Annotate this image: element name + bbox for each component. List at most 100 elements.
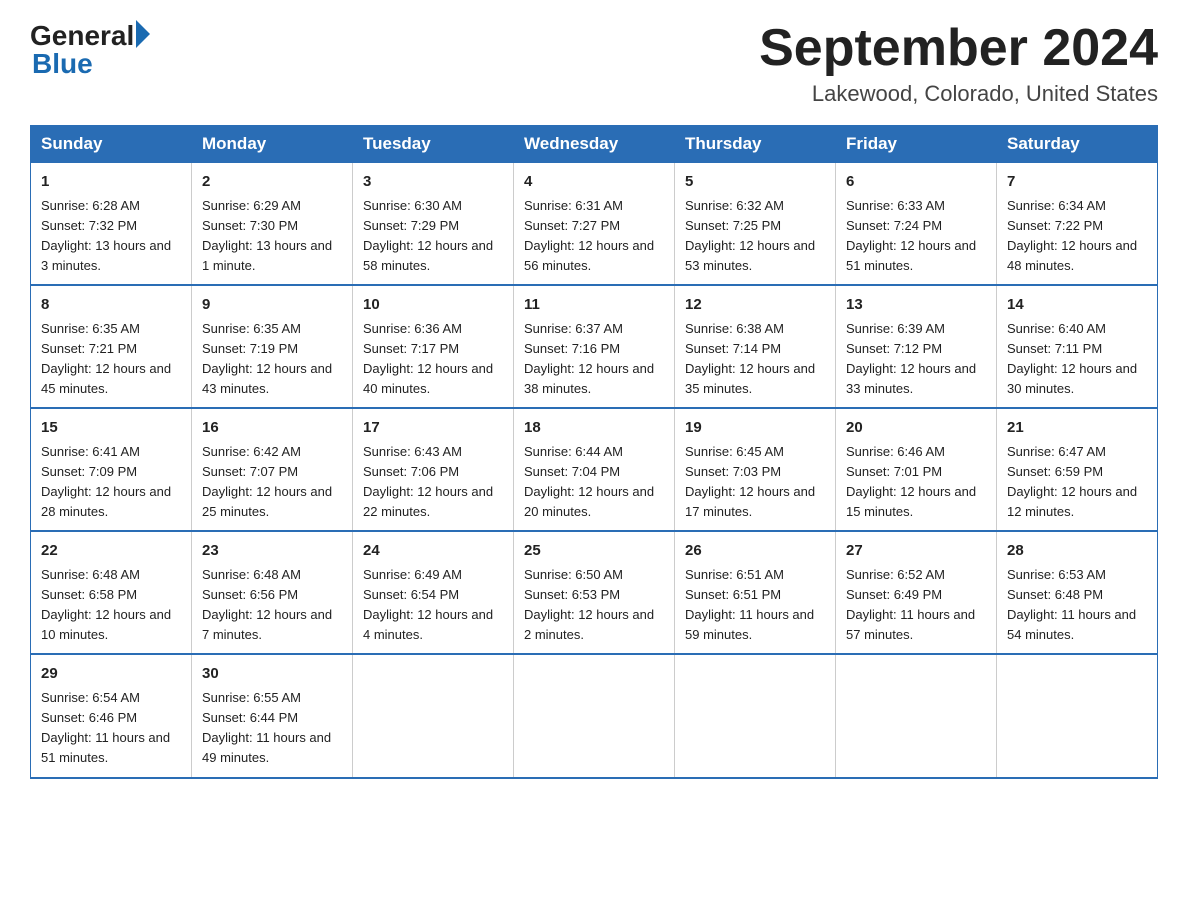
day-info: Sunrise: 6:48 AM Sunset: 6:56 PM Dayligh… bbox=[202, 565, 342, 646]
day-number: 8 bbox=[41, 294, 181, 317]
day-info: Sunrise: 6:49 AM Sunset: 6:54 PM Dayligh… bbox=[363, 565, 503, 646]
day-number: 20 bbox=[846, 417, 986, 440]
day-number: 7 bbox=[1007, 171, 1147, 194]
calendar-table: SundayMondayTuesdayWednesdayThursdayFrid… bbox=[30, 125, 1158, 778]
day-info: Sunrise: 6:45 AM Sunset: 7:03 PM Dayligh… bbox=[685, 442, 825, 523]
day-number: 16 bbox=[202, 417, 342, 440]
calendar-week-3: 15 Sunrise: 6:41 AM Sunset: 7:09 PM Dayl… bbox=[31, 408, 1158, 531]
day-info: Sunrise: 6:33 AM Sunset: 7:24 PM Dayligh… bbox=[846, 196, 986, 277]
calendar-day-14: 14 Sunrise: 6:40 AM Sunset: 7:11 PM Dayl… bbox=[997, 285, 1158, 408]
day-info: Sunrise: 6:47 AM Sunset: 6:59 PM Dayligh… bbox=[1007, 442, 1147, 523]
day-number: 19 bbox=[685, 417, 825, 440]
calendar-day-8: 8 Sunrise: 6:35 AM Sunset: 7:21 PM Dayli… bbox=[31, 285, 192, 408]
calendar-day-7: 7 Sunrise: 6:34 AM Sunset: 7:22 PM Dayli… bbox=[997, 163, 1158, 286]
day-info: Sunrise: 6:46 AM Sunset: 7:01 PM Dayligh… bbox=[846, 442, 986, 523]
day-info: Sunrise: 6:35 AM Sunset: 7:19 PM Dayligh… bbox=[202, 319, 342, 400]
day-number: 14 bbox=[1007, 294, 1147, 317]
day-number: 15 bbox=[41, 417, 181, 440]
day-number: 27 bbox=[846, 540, 986, 563]
day-number: 3 bbox=[363, 171, 503, 194]
calendar-day-17: 17 Sunrise: 6:43 AM Sunset: 7:06 PM Dayl… bbox=[353, 408, 514, 531]
title-section: September 2024 Lakewood, Colorado, Unite… bbox=[759, 20, 1158, 107]
day-info: Sunrise: 6:31 AM Sunset: 7:27 PM Dayligh… bbox=[524, 196, 664, 277]
calendar-day-29: 29 Sunrise: 6:54 AM Sunset: 6:46 PM Dayl… bbox=[31, 654, 192, 777]
calendar-day-13: 13 Sunrise: 6:39 AM Sunset: 7:12 PM Dayl… bbox=[836, 285, 997, 408]
calendar-week-2: 8 Sunrise: 6:35 AM Sunset: 7:21 PM Dayli… bbox=[31, 285, 1158, 408]
calendar-day-10: 10 Sunrise: 6:36 AM Sunset: 7:17 PM Dayl… bbox=[353, 285, 514, 408]
calendar-day-21: 21 Sunrise: 6:47 AM Sunset: 6:59 PM Dayl… bbox=[997, 408, 1158, 531]
day-number: 25 bbox=[524, 540, 664, 563]
calendar-day-26: 26 Sunrise: 6:51 AM Sunset: 6:51 PM Dayl… bbox=[675, 531, 836, 654]
day-info: Sunrise: 6:38 AM Sunset: 7:14 PM Dayligh… bbox=[685, 319, 825, 400]
header-friday: Friday bbox=[836, 126, 997, 163]
day-number: 18 bbox=[524, 417, 664, 440]
calendar-empty-cell bbox=[353, 654, 514, 777]
header-saturday: Saturday bbox=[997, 126, 1158, 163]
logo: General Blue bbox=[30, 20, 150, 80]
header-thursday: Thursday bbox=[675, 126, 836, 163]
day-number: 12 bbox=[685, 294, 825, 317]
day-info: Sunrise: 6:40 AM Sunset: 7:11 PM Dayligh… bbox=[1007, 319, 1147, 400]
calendar-day-23: 23 Sunrise: 6:48 AM Sunset: 6:56 PM Dayl… bbox=[192, 531, 353, 654]
calendar-day-28: 28 Sunrise: 6:53 AM Sunset: 6:48 PM Dayl… bbox=[997, 531, 1158, 654]
calendar-empty-cell bbox=[514, 654, 675, 777]
calendar-day-11: 11 Sunrise: 6:37 AM Sunset: 7:16 PM Dayl… bbox=[514, 285, 675, 408]
day-info: Sunrise: 6:30 AM Sunset: 7:29 PM Dayligh… bbox=[363, 196, 503, 277]
day-number: 17 bbox=[363, 417, 503, 440]
calendar-day-25: 25 Sunrise: 6:50 AM Sunset: 6:53 PM Dayl… bbox=[514, 531, 675, 654]
day-info: Sunrise: 6:44 AM Sunset: 7:04 PM Dayligh… bbox=[524, 442, 664, 523]
day-info: Sunrise: 6:54 AM Sunset: 6:46 PM Dayligh… bbox=[41, 688, 181, 769]
day-info: Sunrise: 6:28 AM Sunset: 7:32 PM Dayligh… bbox=[41, 196, 181, 277]
day-number: 2 bbox=[202, 171, 342, 194]
header-monday: Monday bbox=[192, 126, 353, 163]
calendar-day-1: 1 Sunrise: 6:28 AM Sunset: 7:32 PM Dayli… bbox=[31, 163, 192, 286]
day-number: 23 bbox=[202, 540, 342, 563]
day-number: 5 bbox=[685, 171, 825, 194]
day-number: 28 bbox=[1007, 540, 1147, 563]
logo-blue-text: Blue bbox=[32, 48, 93, 80]
day-info: Sunrise: 6:53 AM Sunset: 6:48 PM Dayligh… bbox=[1007, 565, 1147, 646]
day-info: Sunrise: 6:34 AM Sunset: 7:22 PM Dayligh… bbox=[1007, 196, 1147, 277]
calendar-week-4: 22 Sunrise: 6:48 AM Sunset: 6:58 PM Dayl… bbox=[31, 531, 1158, 654]
day-number: 24 bbox=[363, 540, 503, 563]
day-info: Sunrise: 6:35 AM Sunset: 7:21 PM Dayligh… bbox=[41, 319, 181, 400]
calendar-week-1: 1 Sunrise: 6:28 AM Sunset: 7:32 PM Dayli… bbox=[31, 163, 1158, 286]
calendar-week-5: 29 Sunrise: 6:54 AM Sunset: 6:46 PM Dayl… bbox=[31, 654, 1158, 777]
day-info: Sunrise: 6:55 AM Sunset: 6:44 PM Dayligh… bbox=[202, 688, 342, 769]
calendar-day-12: 12 Sunrise: 6:38 AM Sunset: 7:14 PM Dayl… bbox=[675, 285, 836, 408]
day-info: Sunrise: 6:42 AM Sunset: 7:07 PM Dayligh… bbox=[202, 442, 342, 523]
logo-arrow-icon bbox=[136, 20, 150, 48]
day-info: Sunrise: 6:37 AM Sunset: 7:16 PM Dayligh… bbox=[524, 319, 664, 400]
day-number: 13 bbox=[846, 294, 986, 317]
day-number: 30 bbox=[202, 663, 342, 686]
calendar-empty-cell bbox=[997, 654, 1158, 777]
header-sunday: Sunday bbox=[31, 126, 192, 163]
calendar-day-5: 5 Sunrise: 6:32 AM Sunset: 7:25 PM Dayli… bbox=[675, 163, 836, 286]
calendar-day-4: 4 Sunrise: 6:31 AM Sunset: 7:27 PM Dayli… bbox=[514, 163, 675, 286]
day-info: Sunrise: 6:32 AM Sunset: 7:25 PM Dayligh… bbox=[685, 196, 825, 277]
calendar-day-30: 30 Sunrise: 6:55 AM Sunset: 6:44 PM Dayl… bbox=[192, 654, 353, 777]
calendar-empty-cell bbox=[836, 654, 997, 777]
day-number: 9 bbox=[202, 294, 342, 317]
calendar-day-9: 9 Sunrise: 6:35 AM Sunset: 7:19 PM Dayli… bbox=[192, 285, 353, 408]
day-info: Sunrise: 6:43 AM Sunset: 7:06 PM Dayligh… bbox=[363, 442, 503, 523]
calendar-day-6: 6 Sunrise: 6:33 AM Sunset: 7:24 PM Dayli… bbox=[836, 163, 997, 286]
day-info: Sunrise: 6:29 AM Sunset: 7:30 PM Dayligh… bbox=[202, 196, 342, 277]
calendar-day-18: 18 Sunrise: 6:44 AM Sunset: 7:04 PM Dayl… bbox=[514, 408, 675, 531]
day-number: 22 bbox=[41, 540, 181, 563]
day-number: 10 bbox=[363, 294, 503, 317]
calendar-day-2: 2 Sunrise: 6:29 AM Sunset: 7:30 PM Dayli… bbox=[192, 163, 353, 286]
day-number: 21 bbox=[1007, 417, 1147, 440]
calendar-header-row: SundayMondayTuesdayWednesdayThursdayFrid… bbox=[31, 126, 1158, 163]
day-number: 4 bbox=[524, 171, 664, 194]
day-info: Sunrise: 6:41 AM Sunset: 7:09 PM Dayligh… bbox=[41, 442, 181, 523]
calendar-day-20: 20 Sunrise: 6:46 AM Sunset: 7:01 PM Dayl… bbox=[836, 408, 997, 531]
header-wednesday: Wednesday bbox=[514, 126, 675, 163]
day-number: 26 bbox=[685, 540, 825, 563]
day-info: Sunrise: 6:36 AM Sunset: 7:17 PM Dayligh… bbox=[363, 319, 503, 400]
header-tuesday: Tuesday bbox=[353, 126, 514, 163]
day-number: 29 bbox=[41, 663, 181, 686]
month-title: September 2024 bbox=[759, 20, 1158, 77]
calendar-day-16: 16 Sunrise: 6:42 AM Sunset: 7:07 PM Dayl… bbox=[192, 408, 353, 531]
calendar-day-3: 3 Sunrise: 6:30 AM Sunset: 7:29 PM Dayli… bbox=[353, 163, 514, 286]
